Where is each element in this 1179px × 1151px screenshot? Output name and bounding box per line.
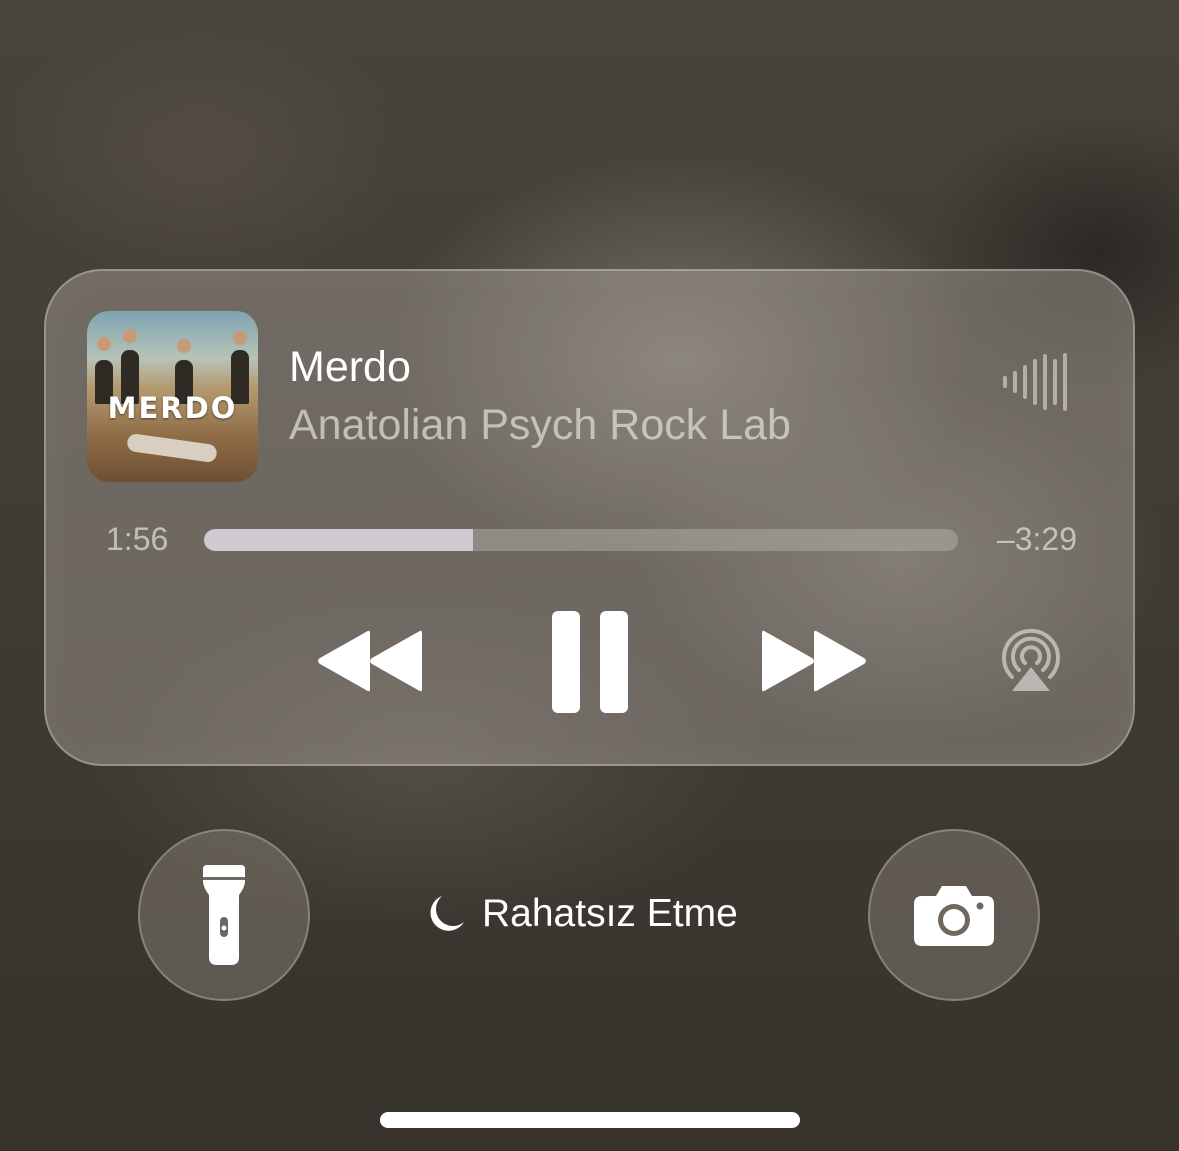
camera-button[interactable] (868, 829, 1040, 1001)
flashlight-button[interactable] (138, 829, 310, 1001)
album-art[interactable]: MERDO (87, 311, 258, 482)
focus-mode-label: Rahatsız Etme (482, 892, 738, 935)
art-lying-figure (126, 432, 218, 464)
fast-forward-button[interactable] (760, 629, 868, 693)
art-figure-head (177, 339, 191, 353)
airplay-icon (1002, 628, 1060, 691)
now-playing-widget[interactable]: MERDO Merdo Anatolian Psych Rock Lab 1:5… (44, 269, 1135, 766)
playback-scrubber[interactable] (204, 529, 958, 551)
airplay-button[interactable] (998, 627, 1064, 693)
pause-button[interactable] (552, 611, 630, 713)
fast-forward-icon (762, 630, 866, 692)
scrubber-progress (204, 529, 474, 551)
audio-waveform-icon (1003, 353, 1067, 411)
track-artist: Anatolian Psych Rock Lab (289, 401, 791, 449)
rewind-icon (318, 630, 422, 692)
home-indicator[interactable] (380, 1112, 800, 1128)
track-title: Merdo (289, 343, 411, 391)
art-figure-head (123, 329, 137, 343)
art-figure-head (97, 337, 111, 351)
moon-icon (430, 896, 464, 931)
pause-icon (552, 611, 628, 713)
focus-mode-indicator[interactable]: Rahatsız Etme (424, 892, 738, 936)
remaining-time: –3:29 (996, 521, 1077, 557)
camera-icon (914, 886, 994, 946)
art-figure-head (233, 331, 247, 345)
lock-screen: MERDO Merdo Anatolian Psych Rock Lab 1:5… (0, 0, 1179, 1151)
elapsed-time: 1:56 (106, 521, 169, 557)
flashlight-icon (203, 865, 245, 965)
album-art-title: MERDO (107, 391, 238, 425)
rewind-button[interactable] (316, 629, 424, 693)
